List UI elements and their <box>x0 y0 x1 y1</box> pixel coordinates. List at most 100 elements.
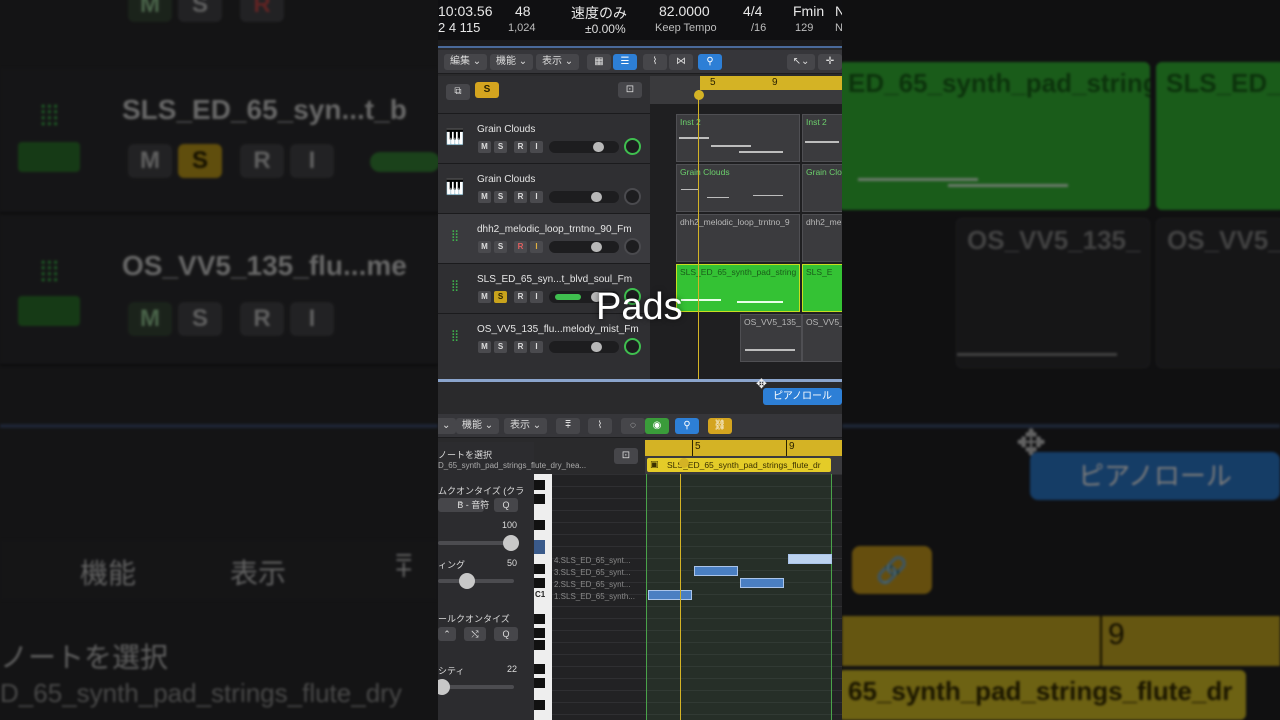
pan-knob[interactable] <box>624 188 641 205</box>
track-header[interactable]: 🎹 Grain Clouds M S R I <box>438 114 650 164</box>
region-inst2-2[interactable]: Inst 2 <box>802 114 842 162</box>
link-icon[interactable]: ⛓ <box>708 418 732 434</box>
blur-solo-top: S <box>178 0 222 22</box>
piano-icon: 🎹 <box>445 129 465 146</box>
playhead-marker[interactable] <box>679 458 689 468</box>
mute-button[interactable]: M <box>478 291 491 303</box>
record-button[interactable]: R <box>514 241 527 253</box>
grid-icon[interactable]: ▦ <box>587 54 611 70</box>
swing-slider[interactable] <box>438 579 514 583</box>
blur-track-name-2: OS_VV5_135_flu...me <box>122 250 407 281</box>
region-inst2[interactable]: Inst 2 <box>676 114 800 162</box>
playhead-marker[interactable] <box>694 90 704 100</box>
functions-menu[interactable]: 機能 ⌄ <box>456 418 500 434</box>
mute-button[interactable]: M <box>478 141 491 153</box>
view-menu[interactable]: 表示 ⌄ <box>536 54 580 70</box>
region-sls-pad-2[interactable]: SLS_E <box>802 264 842 312</box>
volume-fader[interactable] <box>549 241 619 253</box>
pan-knob[interactable] <box>624 238 641 255</box>
automation-icon[interactable]: ⌇ <box>588 418 612 434</box>
quantize-icon[interactable]: ⩱ <box>556 418 580 434</box>
piano-region-bar[interactable]: ▣ SLS_ED_65_synth_pad_strings_flute_dr <box>647 458 831 472</box>
duplicate-track-icon[interactable]: ⧉ <box>446 84 470 100</box>
crosshair-icon[interactable]: ✛ <box>818 54 842 70</box>
audio-wave-icon: ⦙⦙⦙ <box>40 256 59 287</box>
region-dhh2[interactable]: dhh2_melodic_loop_trntno_9 <box>676 214 800 262</box>
solo-button[interactable]: S <box>494 241 507 253</box>
input-monitor-button[interactable]: I <box>530 191 543 203</box>
midi-note[interactable] <box>788 554 832 564</box>
record-button[interactable]: R <box>514 141 527 153</box>
piano-keyboard[interactable]: C1 <box>534 474 552 720</box>
lcd-n1: N <box>835 3 842 19</box>
midi-note[interactable] <box>740 578 784 588</box>
record-button[interactable]: R <box>514 291 527 303</box>
midi-out-icon[interactable]: ◉ <box>645 418 669 434</box>
region-dhh2-2[interactable]: dhh2_me <box>802 214 842 262</box>
piano-roll-inspector: ノートを選択 D_65_synth_pad_strings_flute_dry_… <box>438 442 586 720</box>
record-button[interactable]: R <box>514 341 527 353</box>
track-name: dhh2_melodic_loop_trntno_90_Fm <box>477 224 632 235</box>
blur-region-piano: 65_synth_pad_strings_flute_dr <box>842 670 1246 720</box>
region-sls-pad[interactable]: SLS_ED_65_synth_pad_string <box>676 264 800 312</box>
automation-icon[interactable]: ⌇ <box>643 54 667 70</box>
region-grain-clouds-2[interactable]: Grain Clo <box>802 164 842 212</box>
mute-button[interactable]: M <box>478 341 491 353</box>
piano-roll-ruler[interactable]: 5 9 ▣ SLS_ED_65_synth_pad_strings_flute_… <box>645 440 842 474</box>
view-menu[interactable]: 表示 ⌄ <box>504 418 548 434</box>
velocity-knob[interactable] <box>438 679 450 695</box>
blur-fader <box>370 152 438 172</box>
volume-fader[interactable] <box>549 191 619 203</box>
list-icon[interactable]: ☰ <box>613 54 637 70</box>
strength-knob[interactable] <box>503 535 519 551</box>
pointer-tool-icon[interactable]: ↖⌄ <box>787 54 815 70</box>
solo-button[interactable]: S <box>494 341 507 353</box>
edit-menu[interactable]: 編集 ⌄ <box>444 54 488 70</box>
add-folder-icon[interactable]: ⊡ <box>618 82 642 98</box>
input-monitor-button[interactable]: I <box>530 141 543 153</box>
scale-quantize-button[interactable]: Q <box>494 627 518 641</box>
snap-icon[interactable]: ⚲ <box>675 418 699 434</box>
input-monitor-button[interactable]: I <box>530 341 543 353</box>
snap-icon[interactable]: ⚲ <box>698 54 722 70</box>
lcd-n2: N <box>835 22 842 34</box>
piano-roll-grid[interactable]: 4.SLS_ED_65_synt... 3.SLS_ED_65_synt... … <box>552 474 842 720</box>
solo-button[interactable]: S <box>494 191 507 203</box>
tracks-area[interactable]: 5 9 Inst 2 Inst 2 Grain Clouds Grain Clo… <box>650 76 842 380</box>
mute-button[interactable]: M <box>478 191 491 203</box>
track-header[interactable]: 🎹 Grain Clouds M S R I <box>438 164 650 214</box>
volume-fader[interactable] <box>549 341 619 353</box>
bar-ruler[interactable]: 5 9 <box>650 76 842 104</box>
scale-root-select[interactable]: ⌃ <box>438 627 456 641</box>
velocity-label: シティ <box>438 666 465 676</box>
scale-type-select[interactable]: ⤭ <box>464 627 486 641</box>
record-button[interactable]: R <box>514 191 527 203</box>
pan-knob[interactable] <box>624 138 641 155</box>
track-header[interactable]: ⦙⦙ dhh2_melodic_loop_trntno_90_Fm M S R … <box>438 214 650 264</box>
pan-knob[interactable] <box>624 338 641 355</box>
midi-note[interactable] <box>648 590 692 600</box>
region-grain-clouds[interactable]: Grain Clouds <box>676 164 800 212</box>
input-monitor-button[interactable]: I <box>530 241 543 253</box>
volume-fader[interactable] <box>549 141 619 153</box>
piano-roll-tab[interactable]: ピアノロール <box>763 388 842 405</box>
functions-menu[interactable]: 機能 ⌄ <box>490 54 534 70</box>
chevron-down-icon[interactable]: ⌄ <box>438 418 457 434</box>
blur-region-sls: ED_65_synth_pad_string <box>842 62 1150 210</box>
midi-in-icon[interactable]: ◌ <box>621 418 645 434</box>
midi-note[interactable] <box>694 566 738 576</box>
flex-icon[interactable]: ⋈ <box>669 54 693 70</box>
region-os-vv5[interactable]: OS_VV5_135_ <box>740 314 802 362</box>
solo-button[interactable]: S <box>494 291 507 303</box>
swing-knob[interactable] <box>459 573 475 589</box>
global-solo-button[interactable]: S <box>475 82 499 98</box>
editor-divider[interactable] <box>438 379 842 382</box>
mute-button[interactable]: M <box>478 241 491 253</box>
note-label: 4.SLS_ED_65_synt... <box>554 556 631 565</box>
note-value-select[interactable]: B - 音符 ⌃ <box>438 498 489 512</box>
catch-icon[interactable]: ⊡ <box>614 448 638 464</box>
quantize-button[interactable]: Q <box>494 498 518 512</box>
region-os-vv5-2[interactable]: OS_VV5_ <box>802 314 842 362</box>
input-monitor-button[interactable]: I <box>530 291 543 303</box>
solo-button[interactable]: S <box>494 141 507 153</box>
